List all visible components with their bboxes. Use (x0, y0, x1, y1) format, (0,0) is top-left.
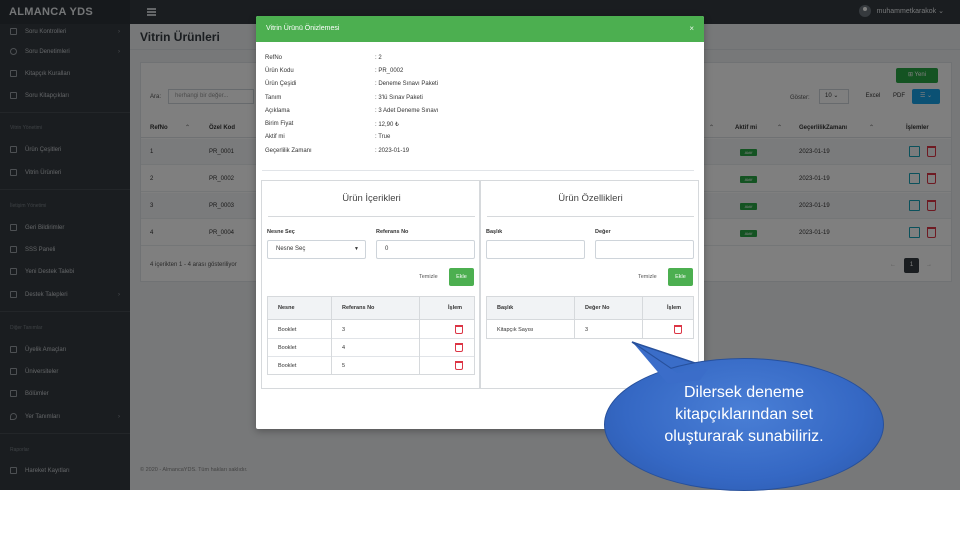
detail-key: Birim Fiyat (265, 121, 294, 127)
object-select-label: Nesne Seç (267, 229, 295, 235)
pane-divider (487, 216, 694, 217)
cell-ref: 5 (342, 363, 346, 369)
reference-no-input[interactable]: 0 (376, 240, 475, 259)
detail-key: Ürün Kodu (265, 68, 294, 74)
add-button[interactable]: Ekle (449, 268, 474, 286)
value-field-label: Değer (595, 229, 611, 235)
cell-ref: 3 (342, 327, 346, 333)
clear-button[interactable]: Temizle (638, 274, 657, 280)
close-icon[interactable]: × (689, 16, 694, 42)
detail-value: : Deneme Sınavı Paketi (375, 81, 439, 87)
detail-row: Ürün Çeşidi : Deneme Sınavı Paketi (265, 81, 438, 87)
features-panel: Ürün Özellikleri Başlık Değer Temizle Ek… (480, 180, 699, 389)
features-title: Ürün Özellikleri (558, 193, 623, 204)
callout-line: oluşturarak sunabiliriz. (664, 428, 824, 445)
column-header-nesne: Nesne (278, 305, 295, 311)
trash-icon[interactable] (674, 325, 682, 334)
detail-key: Açıklama (265, 108, 290, 114)
pane-divider (268, 216, 475, 217)
contents-table-header: Nesne Referans No İşlem (268, 297, 474, 320)
detail-value: : 2 (375, 55, 382, 61)
detail-row: Geçerlilik Zamanı : 2023-01-19 (265, 148, 409, 154)
column-header-referans: Referans No (342, 305, 375, 311)
column-header-baslik: Başlık (497, 305, 514, 311)
column-divider (331, 297, 332, 374)
column-header-deger: Değer No (585, 305, 610, 311)
column-header-islem: İşlem (448, 305, 463, 311)
detail-key: Geçerlilik Zamanı (265, 148, 312, 154)
detail-row: Birim Fiyat : 12,90 ₺ (265, 121, 399, 128)
trash-icon[interactable] (455, 361, 463, 370)
trash-icon[interactable] (455, 325, 463, 334)
trash-icon[interactable] (455, 343, 463, 352)
modal-header: Vitrin Ürünü Önizlemesi × (256, 16, 704, 42)
cell-deger: 3 (585, 327, 589, 333)
cell-nesne: Booklet (278, 363, 297, 369)
callout-line: Dilersek deneme (683, 384, 805, 401)
dropdown-caret-icon: ▼ (354, 246, 359, 252)
preview-modal: Vitrin Ürünü Önizlemesi × RefNo : 2 Ürün … (256, 16, 704, 429)
column-divider (642, 297, 643, 338)
contents-table: Nesne Referans No İşlem Booklet 3 Bookle… (267, 296, 475, 375)
cell-nesne: Booklet (278, 327, 297, 333)
contents-panel: Ürün İçerikleri Nesne Seç Referans No Ne… (261, 180, 480, 389)
detail-row: Aktif mi : True (265, 134, 390, 140)
detail-value: : True (375, 134, 391, 140)
object-select[interactable]: Nesne Seç ▼ (267, 240, 366, 259)
title-input[interactable] (486, 240, 585, 259)
detail-value: : PR_0002 (375, 68, 404, 74)
detail-key: Aktif mi (265, 134, 285, 140)
object-select-value: Nesne Seç (276, 246, 306, 252)
detail-key: Ürün Çeşidi (265, 81, 297, 87)
callout-line: kitapçıklarından set (675, 406, 813, 423)
contents-title: Ürün İçerikleri (342, 193, 401, 204)
detail-row: Ürün Kodu : PR_0002 (265, 68, 403, 74)
list-item: Kitapçık Sayısı 3 (487, 321, 693, 339)
detail-value: : 2023-01-19 (375, 148, 410, 154)
modal-divider (262, 170, 694, 171)
features-table: Başlık Değer No İşlem Kitapçık Sayısı 3 (486, 296, 694, 339)
value-input[interactable] (595, 240, 694, 259)
column-divider (419, 297, 420, 374)
detail-key: Tanım (265, 95, 282, 101)
callout-text: Dilersek deneme kitapçıklarından set olu… (604, 382, 884, 448)
reference-no-label: Referans No (376, 229, 409, 235)
list-item: Booklet 5 (268, 357, 474, 375)
detail-value: : 3 Adet Deneme Sınavı (375, 108, 439, 114)
detail-row: Açıklama : 3 Adet Deneme Sınavı (265, 108, 438, 114)
detail-row: RefNo : 2 (265, 55, 382, 61)
detail-value: : 3'lü Sınav Paketi (375, 95, 423, 101)
column-header-islem: İşlem (667, 305, 682, 311)
cell-nesne: Booklet (278, 345, 297, 351)
detail-row: Tanım : 3'lü Sınav Paketi (265, 95, 423, 101)
list-item: Booklet 4 (268, 339, 474, 357)
list-item: Booklet 3 (268, 321, 474, 339)
detail-key: RefNo (265, 55, 283, 61)
clear-button[interactable]: Temizle (419, 274, 438, 280)
features-table-header: Başlık Değer No İşlem (487, 297, 693, 320)
detail-value: : 12,90 ₺ (375, 122, 399, 128)
cell-baslik: Kitapçık Sayısı (497, 327, 534, 333)
modal-title: Vitrin Ürünü Önizlemesi (266, 25, 340, 32)
cell-ref: 4 (342, 345, 346, 351)
column-divider (574, 297, 575, 338)
add-button[interactable]: Ekle (668, 268, 693, 286)
title-field-label: Başlık (486, 229, 503, 235)
